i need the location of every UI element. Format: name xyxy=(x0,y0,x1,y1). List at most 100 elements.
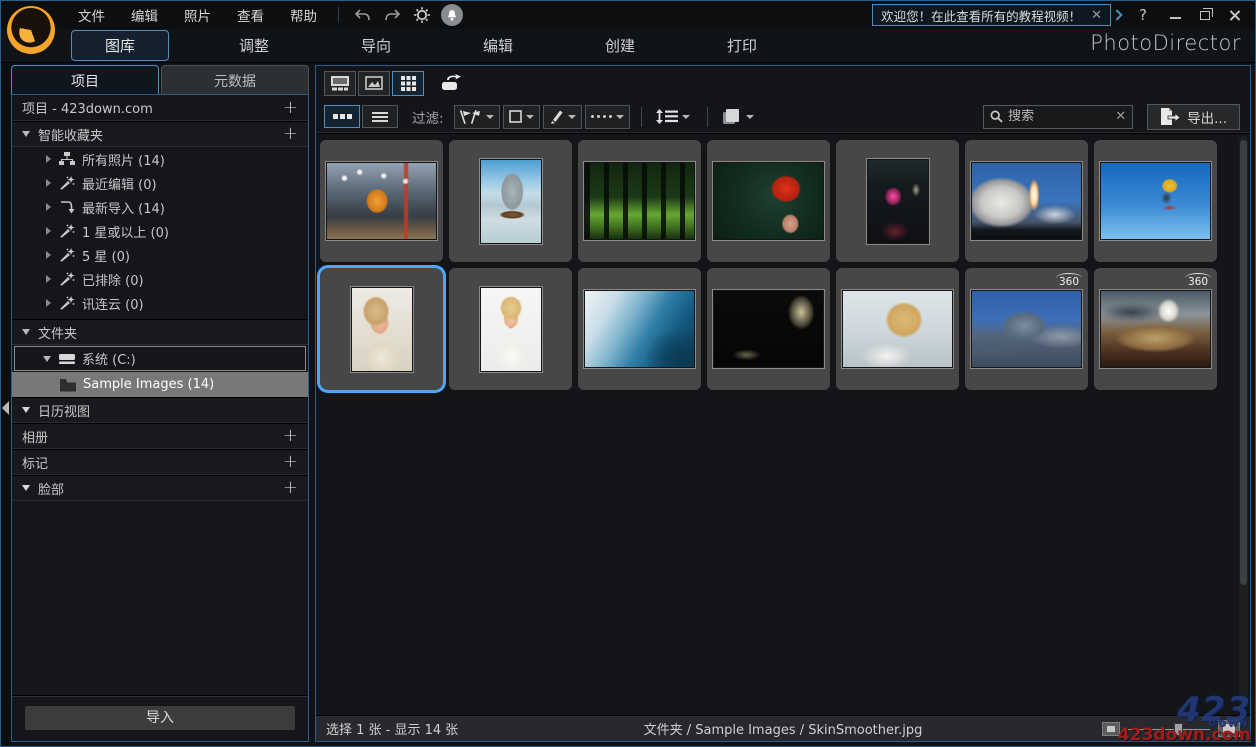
single-view-button[interactable] xyxy=(358,70,390,96)
sidebar-tab-project[interactable]: 项目 xyxy=(11,65,159,94)
stack-button[interactable] xyxy=(716,105,760,129)
add-project-button[interactable]: + xyxy=(283,98,298,117)
search-input[interactable] xyxy=(1008,109,1111,124)
smart-collection-header[interactable]: 智能收藏夹 + xyxy=(12,121,308,147)
sidebar-item-all-photos[interactable]: 所有照片 (14) xyxy=(12,147,308,171)
photo-cell-dark-window[interactable] xyxy=(707,268,830,390)
sidebar-item-recently-edited[interactable]: 最近编辑 (0) xyxy=(12,171,308,195)
rating-filter-button[interactable] xyxy=(502,104,540,129)
expander-icon[interactable] xyxy=(46,251,51,259)
chevron-down-icon xyxy=(567,114,576,119)
close-icon xyxy=(1229,9,1241,21)
photo-cell-woman-leaning[interactable] xyxy=(836,268,959,390)
thumbnail-size-view-button[interactable] xyxy=(324,105,360,128)
grid-view-button[interactable] xyxy=(392,70,424,96)
welcome-close-icon[interactable]: ✕ xyxy=(1091,9,1102,22)
flag-filter-button[interactable] xyxy=(453,104,500,129)
expander-icon[interactable] xyxy=(46,299,51,307)
albums-header[interactable]: 相册 + xyxy=(12,423,308,449)
search-clear-icon[interactable]: ✕ xyxy=(1115,109,1126,124)
photodirector-window: 文件 编辑 照片 查看 帮助 欢迎您！在此查看所有的教程视频！ ✕ ? 图库 调… xyxy=(0,0,1256,747)
chevron-down-icon[interactable] xyxy=(22,131,30,137)
expander-icon[interactable] xyxy=(46,179,51,187)
sidebar-item-five-star[interactable]: 5 星 (0) xyxy=(12,243,308,267)
sidebar-item-one-star-up[interactable]: 1 星或以上 (0) xyxy=(12,219,308,243)
tab-edit[interactable]: 编辑 xyxy=(437,31,559,60)
folders-header[interactable]: 文件夹 xyxy=(12,319,308,345)
photo-cell-panorama-canyon[interactable]: 360 xyxy=(965,268,1088,390)
collapse-sidebar-icon[interactable] xyxy=(2,401,9,415)
list-view-button[interactable] xyxy=(362,105,398,128)
add-tag-button[interactable]: + xyxy=(283,453,298,471)
sidebar-item-drive-c[interactable]: 系统 (C:) xyxy=(14,346,306,371)
edited-filter-button[interactable] xyxy=(542,104,582,129)
menu-photo[interactable]: 照片 xyxy=(171,5,224,25)
photo-cell-skateboarder[interactable] xyxy=(1094,140,1217,262)
expander-icon[interactable] xyxy=(46,227,51,235)
help-button[interactable]: ? xyxy=(1139,6,1147,24)
menu-help[interactable]: 帮助 xyxy=(277,5,330,25)
close-button[interactable] xyxy=(1223,5,1247,25)
photo-cell-neon-sign[interactable] xyxy=(836,140,959,262)
color-label-filter-button[interactable] xyxy=(584,104,631,129)
photo-cell-laughing-woman[interactable] xyxy=(449,268,572,390)
thumbnail-filmstrip-view-button[interactable] xyxy=(324,70,356,96)
sidebar-item-label: 所有照片 (14) xyxy=(82,153,165,169)
tab-library[interactable]: 图库 xyxy=(71,30,169,61)
chevron-icon[interactable] xyxy=(22,485,30,491)
expander-icon[interactable] xyxy=(46,203,51,211)
chevron-icon[interactable] xyxy=(22,407,30,413)
slider-handle[interactable] xyxy=(1174,722,1183,736)
color-dots-icon xyxy=(590,114,613,119)
photo-cell-rocket-launch[interactable] xyxy=(965,140,1088,262)
folders-title: 文件夹 xyxy=(38,326,78,342)
calendar-view-header[interactable]: 日历视图 xyxy=(12,397,308,423)
menu-edit[interactable]: 编辑 xyxy=(118,5,171,25)
faces-header[interactable]: 脸部 + xyxy=(12,475,308,501)
tab-adjust[interactable]: 调整 xyxy=(193,31,315,60)
add-smart-collection-button[interactable]: + xyxy=(283,125,298,143)
grid-scrollbar[interactable] xyxy=(1239,136,1248,707)
thumbnail-smaller-icon[interactable] xyxy=(1102,721,1120,736)
chevron-down-icon[interactable] xyxy=(43,355,51,362)
export-button[interactable]: 导出... xyxy=(1147,103,1240,130)
expander-icon[interactable] xyxy=(46,275,51,283)
expander-icon[interactable] xyxy=(46,155,51,163)
maximize-button[interactable] xyxy=(1193,5,1217,25)
sidebar-item-cyberlink-cloud[interactable]: 讯连云 (0) xyxy=(12,291,308,315)
photo-cell-panorama-desert[interactable]: 360 xyxy=(1094,268,1217,390)
sidebar-item-latest-import[interactable]: 最新导入 (14) xyxy=(12,195,308,219)
redo-icon[interactable] xyxy=(380,5,404,25)
menu-view[interactable]: 查看 xyxy=(224,5,277,25)
add-album-button[interactable]: + xyxy=(283,427,298,445)
chevron-down-icon[interactable] xyxy=(22,329,30,335)
chevron-down-icon xyxy=(682,114,691,119)
photo-cell-forest[interactable] xyxy=(578,140,701,262)
export-icon xyxy=(1161,108,1181,125)
photo-cell-maple-leaf[interactable] xyxy=(707,140,830,262)
sidebar-tab-metadata[interactable]: 元数据 xyxy=(161,65,309,94)
tags-header[interactable]: 标记 + xyxy=(12,449,308,475)
photo-cell-smiling-woman-selected[interactable] xyxy=(320,268,443,390)
thumbnail-size-slider[interactable] xyxy=(1128,722,1210,736)
photo-cell-boat-cliff[interactable] xyxy=(449,140,572,262)
scrollbar-thumb[interactable] xyxy=(1240,140,1247,586)
photo-cell-ocean-wave[interactable] xyxy=(578,268,701,390)
sidebar-item-label: 最新导入 (14) xyxy=(82,201,165,217)
minimize-button[interactable] xyxy=(1163,5,1187,25)
sidebar-item-sample-images[interactable]: Sample Images (14) xyxy=(12,372,308,397)
add-face-button[interactable]: + xyxy=(283,479,298,497)
undo-icon[interactable] xyxy=(350,5,374,25)
sidebar-item-excluded[interactable]: 已排除 (0) xyxy=(12,267,308,291)
settings-gear-icon[interactable] xyxy=(410,5,434,25)
tab-create[interactable]: 创建 xyxy=(559,31,681,60)
tab-print[interactable]: 打印 xyxy=(681,31,803,60)
rotate-view-icon[interactable] xyxy=(440,73,464,93)
thumbnail-larger-icon[interactable] xyxy=(1218,720,1240,737)
photo-cell-basketball-dunk[interactable] xyxy=(320,140,443,262)
tab-guided[interactable]: 导向 xyxy=(315,31,437,60)
sort-button[interactable] xyxy=(650,105,696,129)
import-button[interactable]: 导入 xyxy=(24,705,296,731)
menu-file[interactable]: 文件 xyxy=(65,5,118,25)
notifications-bell-icon[interactable] xyxy=(441,4,463,26)
